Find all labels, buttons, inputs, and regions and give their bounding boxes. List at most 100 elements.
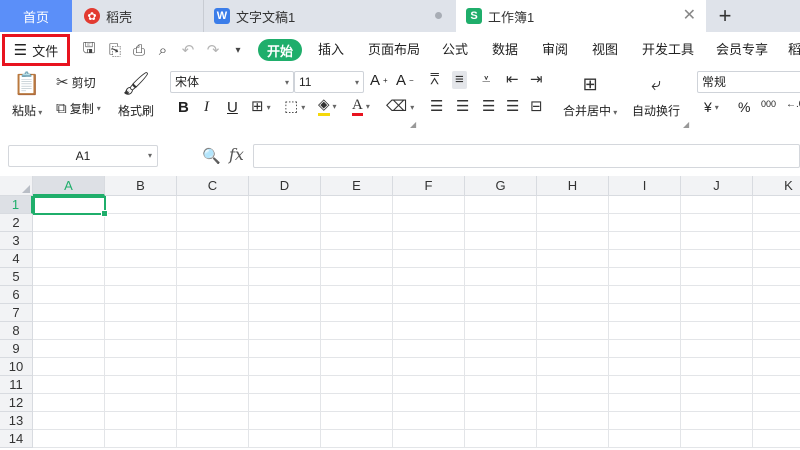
- increase-font-size-icon[interactable]: A +: [370, 72, 388, 89]
- menu-tab-formulas[interactable]: 公式: [442, 40, 468, 60]
- cell-i9[interactable]: [609, 340, 681, 358]
- cell-j8[interactable]: [681, 322, 753, 340]
- align-top-icon[interactable]: ⩞: [430, 72, 439, 88]
- row-header-9[interactable]: 9: [0, 340, 33, 358]
- cell-g3[interactable]: [465, 232, 537, 250]
- cell-b7[interactable]: [105, 304, 177, 322]
- tab-daoke[interactable]: ✿ 稻壳: [72, 0, 204, 32]
- menu-tab-developer[interactable]: 开发工具: [642, 40, 694, 60]
- bold-icon[interactable]: B: [178, 99, 189, 116]
- cell-i1[interactable]: [609, 196, 681, 214]
- print-preview-icon[interactable]: ⌕: [154, 41, 172, 59]
- cell-i3[interactable]: [609, 232, 681, 250]
- cell-e3[interactable]: [321, 232, 393, 250]
- cell-b13[interactable]: [105, 412, 177, 430]
- menu-tab-view[interactable]: 视图: [592, 40, 618, 60]
- cell-i7[interactable]: [609, 304, 681, 322]
- cell-a9[interactable]: [33, 340, 105, 358]
- cell-d7[interactable]: [249, 304, 321, 322]
- cell-e9[interactable]: [321, 340, 393, 358]
- cell-d1[interactable]: [249, 196, 321, 214]
- cell-k13[interactable]: [753, 412, 800, 430]
- cell-k3[interactable]: [753, 232, 800, 250]
- column-header-d[interactable]: D: [249, 176, 321, 196]
- row-header-10[interactable]: 10: [0, 358, 33, 376]
- cell-k5[interactable]: [753, 268, 800, 286]
- increase-indent-icon[interactable]: ⇥: [530, 72, 543, 88]
- cell-h14[interactable]: [537, 430, 609, 448]
- cell-c14[interactable]: [177, 430, 249, 448]
- cell-h2[interactable]: [537, 214, 609, 232]
- cell-a14[interactable]: [33, 430, 105, 448]
- cell-e10[interactable]: [321, 358, 393, 376]
- menu-tab-review[interactable]: 审阅: [542, 40, 568, 60]
- cell-k8[interactable]: [753, 322, 800, 340]
- export-pdf-icon[interactable]: ⎘: [106, 41, 124, 59]
- cell-c10[interactable]: [177, 358, 249, 376]
- cell-g1[interactable]: [465, 196, 537, 214]
- cell-b5[interactable]: [105, 268, 177, 286]
- decrease-font-size-icon[interactable]: A −: [396, 72, 414, 89]
- cell-a4[interactable]: [33, 250, 105, 268]
- cell-a13[interactable]: [33, 412, 105, 430]
- cell-b4[interactable]: [105, 250, 177, 268]
- cell-f10[interactable]: [393, 358, 465, 376]
- cell-i8[interactable]: [609, 322, 681, 340]
- copy-button[interactable]: ⧉ 复制 ▾: [56, 100, 101, 117]
- format-painter-button[interactable]: 🖌 格式刷: [118, 72, 154, 119]
- menu-tab-start[interactable]: 开始: [258, 39, 302, 61]
- cell-b11[interactable]: [105, 376, 177, 394]
- cell-a7[interactable]: [33, 304, 105, 322]
- cell-b3[interactable]: [105, 232, 177, 250]
- row-header-13[interactable]: 13: [0, 412, 33, 430]
- cell-d2[interactable]: [249, 214, 321, 232]
- cell-d9[interactable]: [249, 340, 321, 358]
- cell-f4[interactable]: [393, 250, 465, 268]
- cell-i4[interactable]: [609, 250, 681, 268]
- cell-e8[interactable]: [321, 322, 393, 340]
- italic-icon[interactable]: I: [204, 99, 209, 116]
- distributed-align-icon[interactable]: ⊟: [530, 99, 543, 115]
- currency-button[interactable]: ¥ ▾: [704, 99, 719, 115]
- cell-h5[interactable]: [537, 268, 609, 286]
- cell-i5[interactable]: [609, 268, 681, 286]
- cell-f14[interactable]: [393, 430, 465, 448]
- column-header-e[interactable]: E: [321, 176, 393, 196]
- cell-j11[interactable]: [681, 376, 753, 394]
- row-header-11[interactable]: 11: [0, 376, 33, 394]
- cell-c2[interactable]: [177, 214, 249, 232]
- save-icon[interactable]: 🖫: [80, 40, 98, 59]
- cell-h10[interactable]: [537, 358, 609, 376]
- cell-g2[interactable]: [465, 214, 537, 232]
- cell-i10[interactable]: [609, 358, 681, 376]
- cell-e2[interactable]: [321, 214, 393, 232]
- cut-button[interactable]: ✂ 剪切: [56, 74, 96, 91]
- row-header-6[interactable]: 6: [0, 286, 33, 304]
- row-header-5[interactable]: 5: [0, 268, 33, 286]
- cell-g4[interactable]: [465, 250, 537, 268]
- close-tab-icon[interactable]: ✕: [683, 7, 696, 25]
- cell-g6[interactable]: [465, 286, 537, 304]
- cell-f13[interactable]: [393, 412, 465, 430]
- formula-input[interactable]: [253, 144, 800, 168]
- cell-i6[interactable]: [609, 286, 681, 304]
- cell-i12[interactable]: [609, 394, 681, 412]
- cell-g11[interactable]: [465, 376, 537, 394]
- font-size-select[interactable]: 11 ▾: [294, 71, 364, 93]
- cell-h13[interactable]: [537, 412, 609, 430]
- menu-tab-daoke[interactable]: 稻: [788, 40, 800, 60]
- fill-pattern-button[interactable]: ⬚ ▾: [284, 99, 305, 115]
- wrap-text-button[interactable]: ⤶ 自动换行: [632, 72, 680, 119]
- cell-f7[interactable]: [393, 304, 465, 322]
- cell-f6[interactable]: [393, 286, 465, 304]
- cell-j5[interactable]: [681, 268, 753, 286]
- tab-home[interactable]: 首页: [0, 0, 72, 32]
- tab-document[interactable]: W 文字文稿1: [204, 0, 454, 32]
- cell-a10[interactable]: [33, 358, 105, 376]
- decimal-places-icon[interactable]: ←.0: [786, 99, 800, 110]
- cell-d14[interactable]: [249, 430, 321, 448]
- row-header-4[interactable]: 4: [0, 250, 33, 268]
- cell-e11[interactable]: [321, 376, 393, 394]
- cell-b2[interactable]: [105, 214, 177, 232]
- borders-button[interactable]: ⊞ ▾: [251, 99, 271, 115]
